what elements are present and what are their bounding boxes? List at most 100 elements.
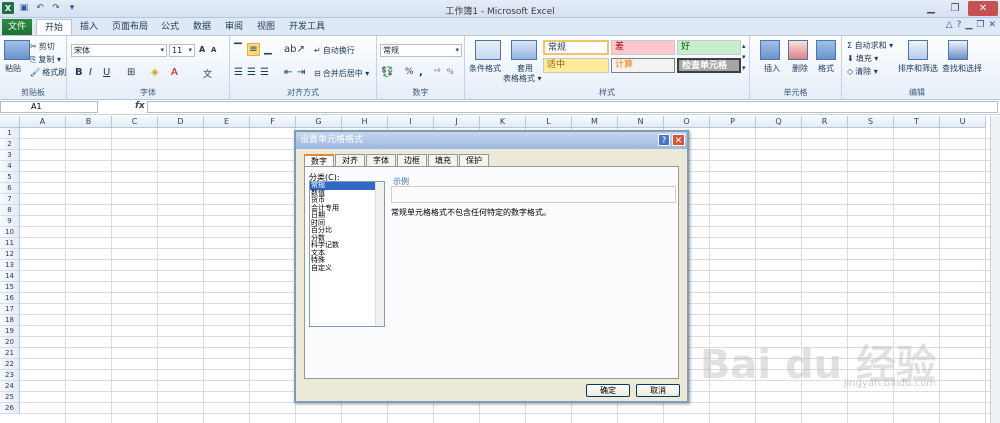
column-header[interactable]: J — [434, 116, 480, 128]
bold-button[interactable]: B — [75, 67, 83, 78]
column-header[interactable]: P — [710, 116, 756, 128]
row-header[interactable]: 1 — [0, 128, 20, 139]
close-button[interactable]: ✕ — [968, 1, 998, 16]
align-right-icon[interactable]: ☰ — [260, 67, 269, 78]
autosum-button[interactable]: Σ 自动求和 ▾ — [847, 40, 893, 51]
find-select-button[interactable]: 查找和选择 — [942, 63, 982, 74]
merge-center-button[interactable]: ⊟ 合并后居中 ▾ — [314, 68, 369, 79]
format-painter-button[interactable]: 🖌 格式刷 — [30, 67, 66, 78]
delete-cells-icon[interactable] — [788, 40, 808, 60]
category-item[interactable]: 自定义 — [310, 264, 384, 273]
vertical-scrollbar[interactable] — [990, 116, 1000, 423]
column-header[interactable]: E — [204, 116, 250, 128]
row-header[interactable]: 22 — [0, 359, 20, 370]
fill-button[interactable]: ⬇ 填充 ▾ — [847, 53, 878, 64]
column-header[interactable]: Q — [756, 116, 802, 128]
row-header[interactable]: 3 — [0, 150, 20, 161]
style-calculation[interactable]: 计算 — [611, 58, 675, 73]
column-header[interactable]: C — [112, 116, 158, 128]
tab-view[interactable]: 视图 — [249, 19, 283, 35]
increase-decimal-icon[interactable]: ⁺⁰ — [433, 67, 440, 76]
italic-button[interactable]: I — [89, 67, 92, 78]
row-header[interactable]: 7 — [0, 194, 20, 205]
row-header[interactable]: 10 — [0, 227, 20, 238]
row-header[interactable]: 2 — [0, 139, 20, 150]
insert-cells-icon[interactable] — [760, 40, 780, 60]
row-header[interactable]: 24 — [0, 381, 20, 392]
cancel-button[interactable]: 取消 — [636, 384, 680, 397]
column-header[interactable]: O — [664, 116, 710, 128]
fill-color-icon[interactable]: ◈ — [151, 67, 159, 78]
column-header[interactable]: G — [296, 116, 342, 128]
align-left-icon[interactable]: ☰ — [234, 67, 243, 78]
conditional-format-icon[interactable] — [475, 40, 501, 60]
workbook-close-icon[interactable]: ✕ — [988, 20, 996, 30]
currency-icon[interactable]: 💱 — [381, 67, 393, 78]
underline-button[interactable]: U — [103, 67, 110, 78]
tab-developer[interactable]: 开发工具 — [281, 19, 333, 35]
row-header[interactable]: 23 — [0, 370, 20, 381]
paste-icon[interactable] — [4, 40, 30, 60]
column-header[interactable]: N — [618, 116, 664, 128]
select-all-corner[interactable] — [0, 116, 20, 128]
column-header[interactable]: H — [342, 116, 388, 128]
tab-page-layout[interactable]: 页面布局 — [104, 19, 156, 35]
tab-review[interactable]: 审阅 — [217, 19, 251, 35]
align-bottom-icon[interactable]: ▁ — [264, 44, 272, 55]
font-size-combo[interactable]: 11 ▾ — [169, 44, 195, 57]
row-header[interactable]: 4 — [0, 161, 20, 172]
column-header[interactable]: B — [66, 116, 112, 128]
column-header[interactable]: A — [20, 116, 66, 128]
phonetic-button[interactable]: 文 — [203, 67, 212, 80]
style-good[interactable]: 好 — [677, 40, 741, 55]
decrease-decimal-icon[interactable]: ⁰₀ — [447, 67, 453, 76]
dialog-close-icon[interactable]: ✕ — [672, 134, 685, 146]
tab-data[interactable]: 数据 — [185, 19, 219, 35]
paste-button[interactable]: 粘贴 — [5, 63, 21, 74]
delete-cells-button[interactable]: 删除 — [792, 63, 808, 74]
row-header[interactable]: 18 — [0, 315, 20, 326]
column-header[interactable]: F — [250, 116, 296, 128]
style-neutral[interactable]: 适中 — [543, 58, 609, 73]
column-header[interactable]: L — [526, 116, 572, 128]
increase-indent-icon[interactable]: ⇥ — [297, 67, 305, 78]
workbook-minimize-icon[interactable]: ▁ — [965, 20, 972, 30]
name-box[interactable]: A1 — [0, 101, 98, 113]
percent-button[interactable]: % — [405, 67, 414, 77]
column-header[interactable]: T — [894, 116, 940, 128]
row-header[interactable]: 26 — [0, 403, 20, 414]
row-header[interactable]: 21 — [0, 348, 20, 359]
formula-input[interactable] — [147, 101, 998, 113]
minimize-ribbon-icon[interactable]: △ — [946, 20, 953, 30]
format-table-button-line2[interactable]: 表格格式 ▾ — [503, 73, 542, 84]
format-cells-icon[interactable] — [816, 40, 836, 60]
border-icon[interactable]: ⊞ — [127, 67, 135, 78]
format-cells-button[interactable]: 格式 — [818, 63, 834, 74]
wrap-text-button[interactable]: ↵ 自动换行 — [314, 45, 355, 56]
row-header[interactable]: 11 — [0, 238, 20, 249]
category-list-scrollbar[interactable] — [375, 182, 384, 326]
tab-home[interactable]: 开始 — [36, 19, 73, 35]
column-header[interactable]: K — [480, 116, 526, 128]
grow-font-button[interactable]: A — [199, 45, 205, 54]
row-header[interactable]: 12 — [0, 249, 20, 260]
copy-button[interactable]: ⎘ 复制 ▾ — [30, 54, 61, 65]
clear-button[interactable]: ◇ 清除 ▾ — [847, 66, 878, 77]
sort-filter-icon[interactable] — [908, 40, 928, 60]
ok-button[interactable]: 确定 — [586, 384, 630, 397]
styles-scroll-down-icon[interactable]: ▾ — [742, 53, 746, 61]
column-header[interactable]: R — [802, 116, 848, 128]
column-header[interactable]: D — [158, 116, 204, 128]
row-header[interactable]: 5 — [0, 172, 20, 183]
column-header[interactable]: M — [572, 116, 618, 128]
styles-more-icon[interactable]: ▾ — [742, 64, 746, 72]
style-normal[interactable]: 常规 — [543, 40, 609, 55]
find-select-icon[interactable] — [948, 40, 968, 60]
styles-scroll-up-icon[interactable]: ▴ — [742, 42, 746, 50]
minimize-button[interactable]: ▁ — [920, 1, 942, 16]
row-header[interactable]: 25 — [0, 392, 20, 403]
restore-button[interactable]: ❐ — [944, 1, 966, 16]
align-center-icon[interactable]: ☰ — [247, 67, 256, 78]
orientation-icon[interactable]: ab↗ — [284, 44, 305, 55]
dialog-help-icon[interactable]: ? — [658, 134, 670, 146]
